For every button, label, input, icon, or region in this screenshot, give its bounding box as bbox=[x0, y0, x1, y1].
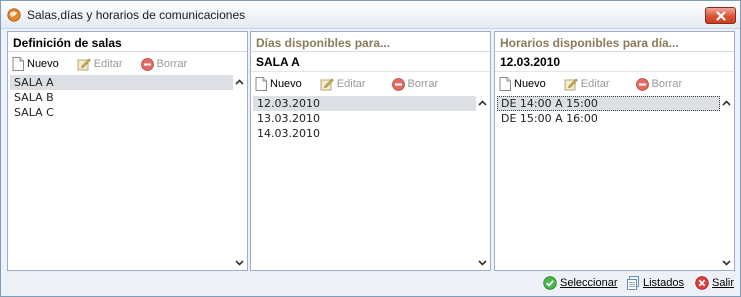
exit-button[interactable]: Salir bbox=[695, 276, 734, 290]
rooms-scrollbar[interactable] bbox=[233, 75, 246, 269]
listings-button[interactable]: Listados bbox=[626, 276, 684, 290]
hours-panel: Horarios disponibles para día... 12.03.2… bbox=[494, 31, 735, 271]
new-document-icon bbox=[12, 57, 24, 71]
exit-label: Salir bbox=[712, 277, 735, 289]
rooms-delete-label: Borrar bbox=[156, 58, 188, 70]
chevron-up-icon[interactable] bbox=[476, 96, 489, 109]
close-icon bbox=[715, 10, 726, 21]
rooms-panel: Definición de salas Nuevo Editar Borrar … bbox=[7, 31, 248, 271]
delete-minus-icon bbox=[140, 57, 154, 71]
select-button[interactable]: Seleccionar bbox=[543, 276, 617, 290]
rooms-edit-button[interactable]: Editar bbox=[77, 57, 123, 71]
list-item[interactable]: 13.03.2010 bbox=[253, 111, 476, 126]
hours-edit-button[interactable]: Editar bbox=[564, 77, 610, 91]
days-toolbar: Nuevo Editar Borrar bbox=[251, 73, 490, 95]
dialog-window: Salas,días y horarios de comunicaciones … bbox=[0, 0, 741, 297]
select-label: Seleccionar bbox=[560, 277, 618, 289]
rooms-new-button[interactable]: Nuevo bbox=[12, 57, 59, 71]
days-scrollbar[interactable] bbox=[476, 96, 489, 269]
chevron-down-icon[interactable] bbox=[233, 256, 246, 269]
chevron-down-icon[interactable] bbox=[720, 256, 733, 269]
check-circle-icon bbox=[543, 276, 557, 290]
hours-delete-button[interactable]: Borrar bbox=[635, 77, 683, 91]
rooms-toolbar: Nuevo Editar Borrar bbox=[8, 53, 247, 75]
exit-x-icon bbox=[695, 276, 709, 290]
hours-new-label: Nuevo bbox=[514, 78, 546, 90]
days-list: 12.03.2010 13.03.2010 14.03.2010 bbox=[253, 96, 476, 268]
hours-list: DE 14:00 A 15:00 DE 15:00 A 16:00 bbox=[497, 96, 720, 268]
close-button[interactable] bbox=[705, 7, 736, 24]
title-bar: Salas,días y horarios de comunicaciones bbox=[1, 1, 740, 29]
hours-new-button[interactable]: Nuevo bbox=[499, 77, 546, 91]
hours-scrollbar[interactable] bbox=[720, 96, 733, 269]
chevron-up-icon[interactable] bbox=[233, 75, 246, 88]
days-edit-button[interactable]: Editar bbox=[320, 77, 366, 91]
rooms-edit-label: Editar bbox=[93, 58, 123, 70]
listings-label: Listados bbox=[643, 277, 684, 289]
chevron-up-icon[interactable] bbox=[720, 96, 733, 109]
list-item[interactable]: 14.03.2010 bbox=[253, 126, 476, 141]
days-delete-label: Borrar bbox=[407, 78, 439, 90]
hours-context: 12.03.2010 bbox=[495, 52, 734, 72]
days-delete-button[interactable]: Borrar bbox=[391, 77, 439, 91]
hours-toolbar: Nuevo Editar Borrar bbox=[495, 73, 734, 95]
delete-minus-icon bbox=[635, 77, 649, 91]
days-new-label: Nuevo bbox=[270, 78, 302, 90]
edit-pencil-icon bbox=[564, 78, 578, 91]
new-document-icon bbox=[255, 77, 267, 91]
app-globe-icon bbox=[7, 8, 21, 22]
list-item[interactable]: 12.03.2010 bbox=[253, 96, 476, 111]
footer-actions: Seleccionar Listados Salir bbox=[1, 273, 740, 295]
hours-edit-label: Editar bbox=[580, 78, 610, 90]
days-edit-label: Editar bbox=[336, 78, 366, 90]
new-document-icon bbox=[499, 77, 511, 91]
list-item[interactable]: SALA C bbox=[10, 105, 233, 120]
days-new-button[interactable]: Nuevo bbox=[255, 77, 302, 91]
list-item[interactable]: SALA A bbox=[10, 75, 233, 90]
edit-pencil-icon bbox=[77, 58, 91, 71]
rooms-panel-header: Definición de salas bbox=[8, 32, 247, 52]
hours-delete-label: Borrar bbox=[651, 78, 683, 90]
rooms-new-label: Nuevo bbox=[27, 58, 59, 70]
list-item[interactable]: DE 14:00 A 15:00 bbox=[497, 96, 720, 111]
chevron-down-icon[interactable] bbox=[476, 256, 489, 269]
window-title: Salas,días y horarios de comunicaciones bbox=[27, 8, 246, 22]
days-context: SALA A bbox=[251, 52, 490, 72]
listing-pages-icon bbox=[627, 276, 639, 290]
days-panel-header: Días disponibles para... bbox=[251, 32, 490, 52]
days-panel: Días disponibles para... SALA A Nuevo Ed… bbox=[250, 31, 491, 271]
edit-pencil-icon bbox=[320, 78, 334, 91]
rooms-delete-button[interactable]: Borrar bbox=[140, 57, 188, 71]
list-item[interactable]: DE 15:00 A 16:00 bbox=[497, 111, 720, 126]
delete-minus-icon bbox=[391, 77, 405, 91]
hours-panel-header: Horarios disponibles para día... bbox=[495, 32, 734, 52]
rooms-list: SALA A SALA B SALA C bbox=[10, 75, 233, 268]
list-item[interactable]: SALA B bbox=[10, 90, 233, 105]
